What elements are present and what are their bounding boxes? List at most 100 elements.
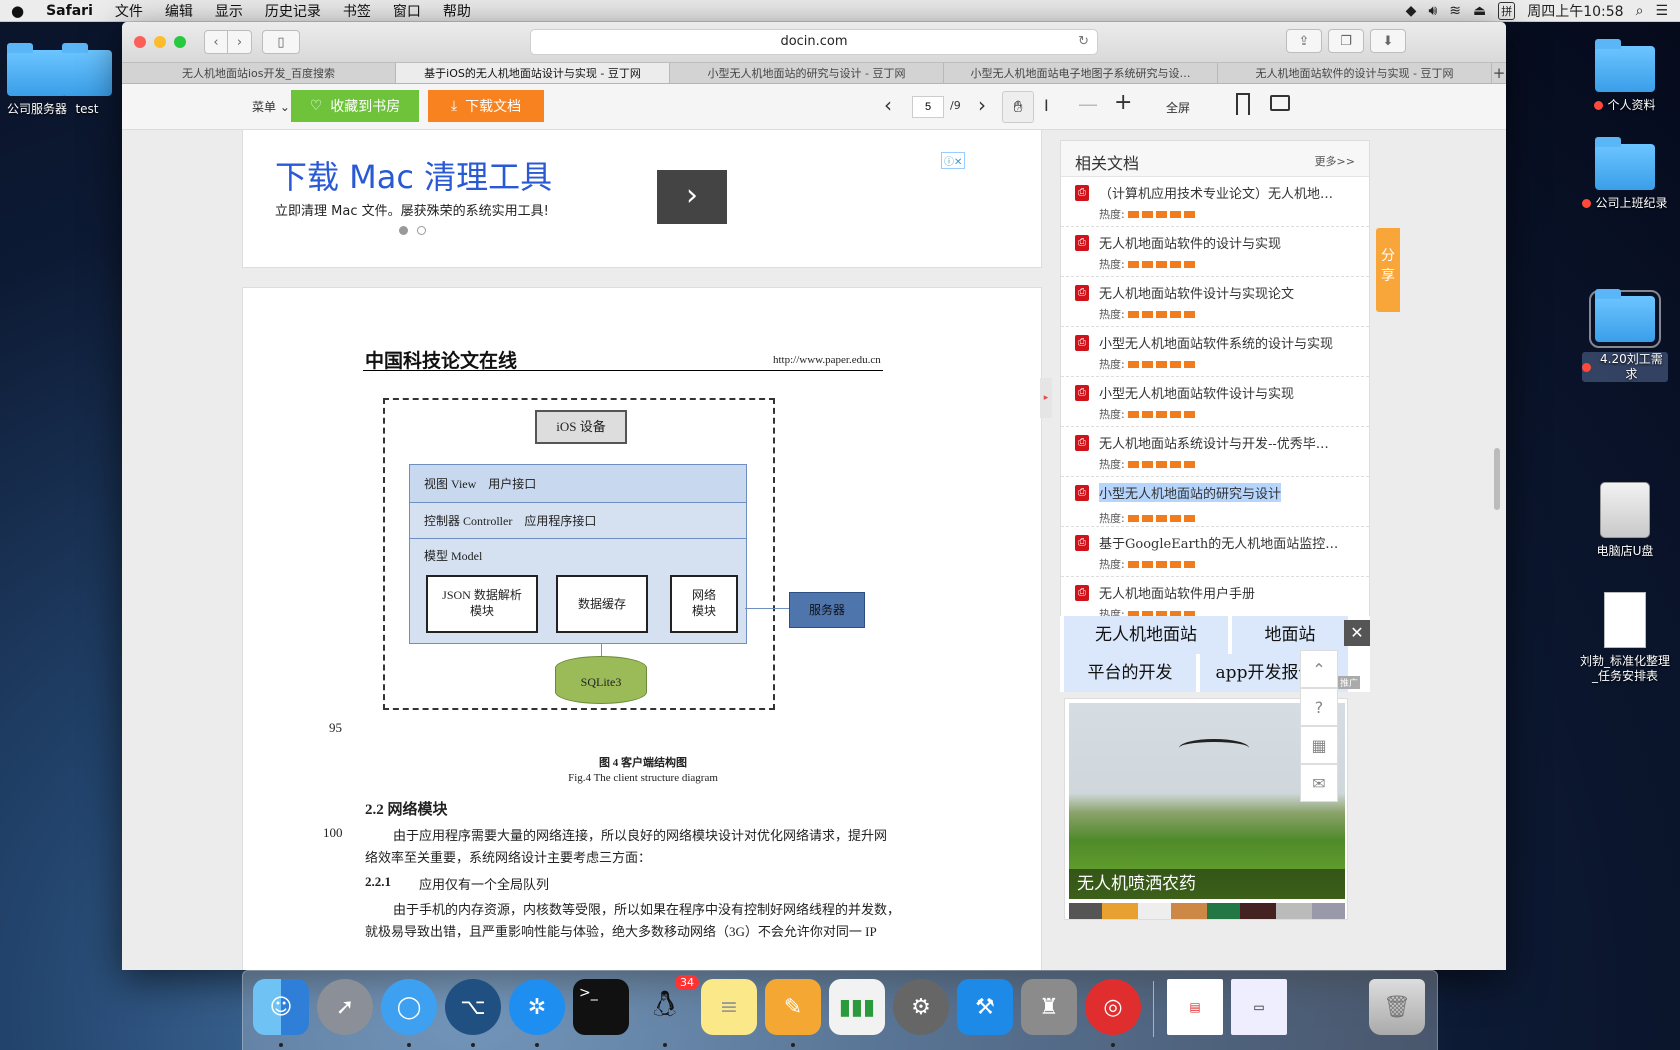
page-number-input[interactable]	[912, 96, 944, 118]
spotlight-icon[interactable]: ⌕	[1636, 3, 1644, 19]
input-method-icon[interactable]: 拼	[1498, 1, 1516, 20]
minimized-window-2-icon[interactable]: ▭	[1231, 979, 1287, 1035]
tab-small-uav-research[interactable]: 小型无人机地面站的研究与设计 - 豆丁网	[670, 63, 944, 83]
ad-dot-2[interactable]	[417, 226, 426, 235]
share-tab[interactable]: 分享	[1376, 228, 1400, 312]
related-doc-title[interactable]: 小型无人机地面站软件系统的设计与实现	[1099, 333, 1349, 352]
related-doc-title[interactable]: 无人机地面站软件的设计与实现	[1099, 233, 1349, 252]
bookmark-icon[interactable]	[1236, 93, 1250, 115]
address-bar[interactable]: docin.com ↻	[530, 29, 1098, 55]
finder-icon[interactable]: ☺	[253, 979, 309, 1035]
xcode-icon[interactable]: ⚒	[957, 979, 1013, 1035]
eject-icon[interactable]: ⏏︎	[1473, 3, 1486, 19]
desktop-folder-personal[interactable]: 个人资料	[1570, 39, 1680, 113]
notification-center-icon[interactable]: ☰	[1655, 3, 1668, 19]
system-preferences-icon[interactable]: ⚙	[893, 979, 949, 1035]
reload-icon[interactable]: ↻	[1078, 30, 1089, 54]
text-select-icon[interactable]: I	[1044, 96, 1049, 115]
share-button[interactable]: ⇪	[1286, 29, 1322, 53]
back-button[interactable]: ‹	[204, 30, 228, 54]
menu-view[interactable]: 显示	[204, 1, 254, 21]
related-doc-item[interactable]: ⎙ 小型无人机地面站软件设计与实现 热度:	[1061, 377, 1369, 427]
related-doc-title[interactable]: 无人机地面站软件设计与实现论文	[1099, 283, 1349, 302]
zoom-window-button[interactable]	[174, 36, 186, 48]
download-button[interactable]: ⤓ 下载文档	[428, 90, 544, 122]
related-doc-item[interactable]: ⎙ 小型无人机地面站软件系统的设计与实现 热度:	[1061, 327, 1369, 377]
sourcetree-icon[interactable]: ⌥	[445, 979, 501, 1035]
ad-banner[interactable]: 下载 Mac 清理工具 立即清理 Mac 文件。屡获殊荣的系统实用工具! › ⓘ…	[242, 130, 1042, 268]
menu-window[interactable]: 窗口	[382, 1, 432, 21]
collapse-sidebar-handle[interactable]: ▸	[1040, 378, 1052, 418]
pages-icon[interactable]: ✎	[765, 979, 821, 1035]
keyword-close-icon[interactable]: ✕	[1344, 620, 1370, 646]
menu-bookmarks[interactable]: 书签	[332, 1, 382, 21]
related-doc-title[interactable]: （计算机应用技术专业论文）无人机地…	[1099, 183, 1349, 202]
menu-help[interactable]: 帮助	[432, 1, 482, 21]
apple-menu-icon[interactable]: ●	[0, 2, 35, 20]
zoom-in-icon[interactable]: +	[1114, 90, 1132, 115]
related-doc-item[interactable]: ⎙ 基于GoogleEarth的无人机地面站监控… 热度:	[1061, 527, 1369, 577]
menu-history[interactable]: 历史记录	[254, 1, 332, 21]
qrcode-button[interactable]: ▦	[1300, 726, 1338, 764]
ad-next-button[interactable]: ›	[657, 170, 727, 224]
downloads-button[interactable]: ⬇	[1370, 29, 1406, 53]
numbers-icon[interactable]: ▮▮▮	[829, 979, 885, 1035]
related-doc-item[interactable]: ⎙ 无人机地面站系统设计与开发--优秀毕… 热度:	[1061, 427, 1369, 477]
sidebar-toggle-button[interactable]: ▯	[262, 30, 300, 54]
menu-dropdown[interactable]: 菜单 ⌄	[252, 98, 290, 115]
forward-button[interactable]: ›	[228, 30, 252, 54]
related-doc-title[interactable]: 小型无人机地面站的研究与设计	[1099, 483, 1282, 502]
safari-icon[interactable]: ✲	[509, 979, 565, 1035]
minimized-window-1-icon[interactable]: ▤	[1167, 979, 1223, 1035]
new-tab-button[interactable]: +	[1492, 63, 1506, 83]
desktop-folder-test[interactable]: test	[52, 43, 122, 117]
keyword-ground-station[interactable]: 地面站	[1232, 616, 1348, 654]
next-page-icon[interactable]: ›	[978, 93, 986, 117]
tabs-overview-button[interactable]: ❐	[1328, 29, 1364, 53]
wifi-icon[interactable]: ≋	[1449, 3, 1461, 19]
related-more-link[interactable]: 更多>>	[1315, 153, 1355, 169]
ad-title[interactable]: 下载 Mac 清理工具	[275, 152, 552, 198]
related-doc-item[interactable]: ⎙ 无人机地面站软件设计与实现论文 热度:	[1061, 277, 1369, 327]
minimize-window-button[interactable]	[154, 36, 166, 48]
tab-baidu-search[interactable]: 无人机地面站ios开发_百度搜索	[122, 63, 396, 83]
desktop-document[interactable]: 刘勃_标准化整理_任务安排表	[1570, 592, 1680, 684]
volume-icon[interactable]: 🔊︎	[1428, 3, 1437, 19]
related-doc-item[interactable]: ⎙ 小型无人机地面站的研究与设计 热度:	[1061, 477, 1369, 527]
related-doc-title[interactable]: 基于GoogleEarth的无人机地面站监控…	[1099, 533, 1349, 552]
ad-info-icon[interactable]: ⓘ✕	[941, 152, 966, 169]
close-window-button[interactable]	[134, 36, 146, 48]
wechat-button[interactable]: ✉	[1300, 764, 1338, 802]
keyword-uav-ground-station[interactable]: 无人机地面站	[1064, 616, 1228, 654]
related-doc-item[interactable]: ⎙ （计算机应用技术专业论文）无人机地… 热度:	[1061, 177, 1369, 227]
fullscreen-button[interactable]: 全屏	[1166, 99, 1190, 116]
related-doc-item[interactable]: ⎙ 无人机地面站软件的设计与实现 热度:	[1061, 227, 1369, 277]
desktop-folder-requirements[interactable]: 4.20刘工需求	[1570, 289, 1680, 382]
scroll-top-button[interactable]: ⌃	[1300, 650, 1338, 688]
menu-file[interactable]: 文件	[104, 1, 154, 21]
related-doc-title[interactable]: 无人机地面站系统设计与开发--优秀毕…	[1099, 433, 1349, 452]
related-doc-title[interactable]: 小型无人机地面站软件设计与实现	[1099, 383, 1349, 402]
ad-dot-1[interactable]	[399, 226, 408, 235]
netease-music-icon[interactable]: ◎	[1085, 979, 1141, 1035]
keyword-platform-dev[interactable]: 平台的开发	[1064, 654, 1196, 692]
desktop-usb-drive[interactable]: 电脑店U盘	[1570, 482, 1680, 559]
collect-button[interactable]: ♡ 收藏到书房	[291, 90, 419, 122]
sogou-browser-icon[interactable]: ◯	[381, 979, 437, 1035]
scrollbar-thumb[interactable]	[1494, 448, 1500, 510]
hand-tool-icon[interactable]: ✋︎	[1002, 91, 1034, 123]
trash-icon[interactable]: 🗑︎	[1369, 979, 1425, 1035]
tab-electronic-map[interactable]: 小型无人机地面站电子地图子系统研究与设…	[944, 63, 1218, 83]
terminal-icon[interactable]: >_	[573, 979, 629, 1035]
related-doc-title[interactable]: 无人机地面站软件用户手册	[1099, 583, 1349, 602]
notes-icon[interactable]: ≡	[701, 979, 757, 1035]
help-button[interactable]: ?	[1300, 688, 1338, 726]
tab-ground-station-software[interactable]: 无人机地面站软件的设计与实现 - 豆丁网	[1218, 63, 1492, 83]
menu-edit[interactable]: 编辑	[154, 1, 204, 21]
tab-ios-ground-station[interactable]: 基于iOS的无人机地面站设计与实现 - 豆丁网	[396, 63, 670, 83]
launchpad-icon[interactable]: ➚	[317, 979, 373, 1035]
qq-status-icon[interactable]: ◆	[1406, 3, 1417, 19]
zoom-out-icon[interactable]: —	[1078, 92, 1098, 116]
comment-icon[interactable]	[1270, 95, 1290, 111]
automator-icon[interactable]: ♜	[1021, 979, 1077, 1035]
